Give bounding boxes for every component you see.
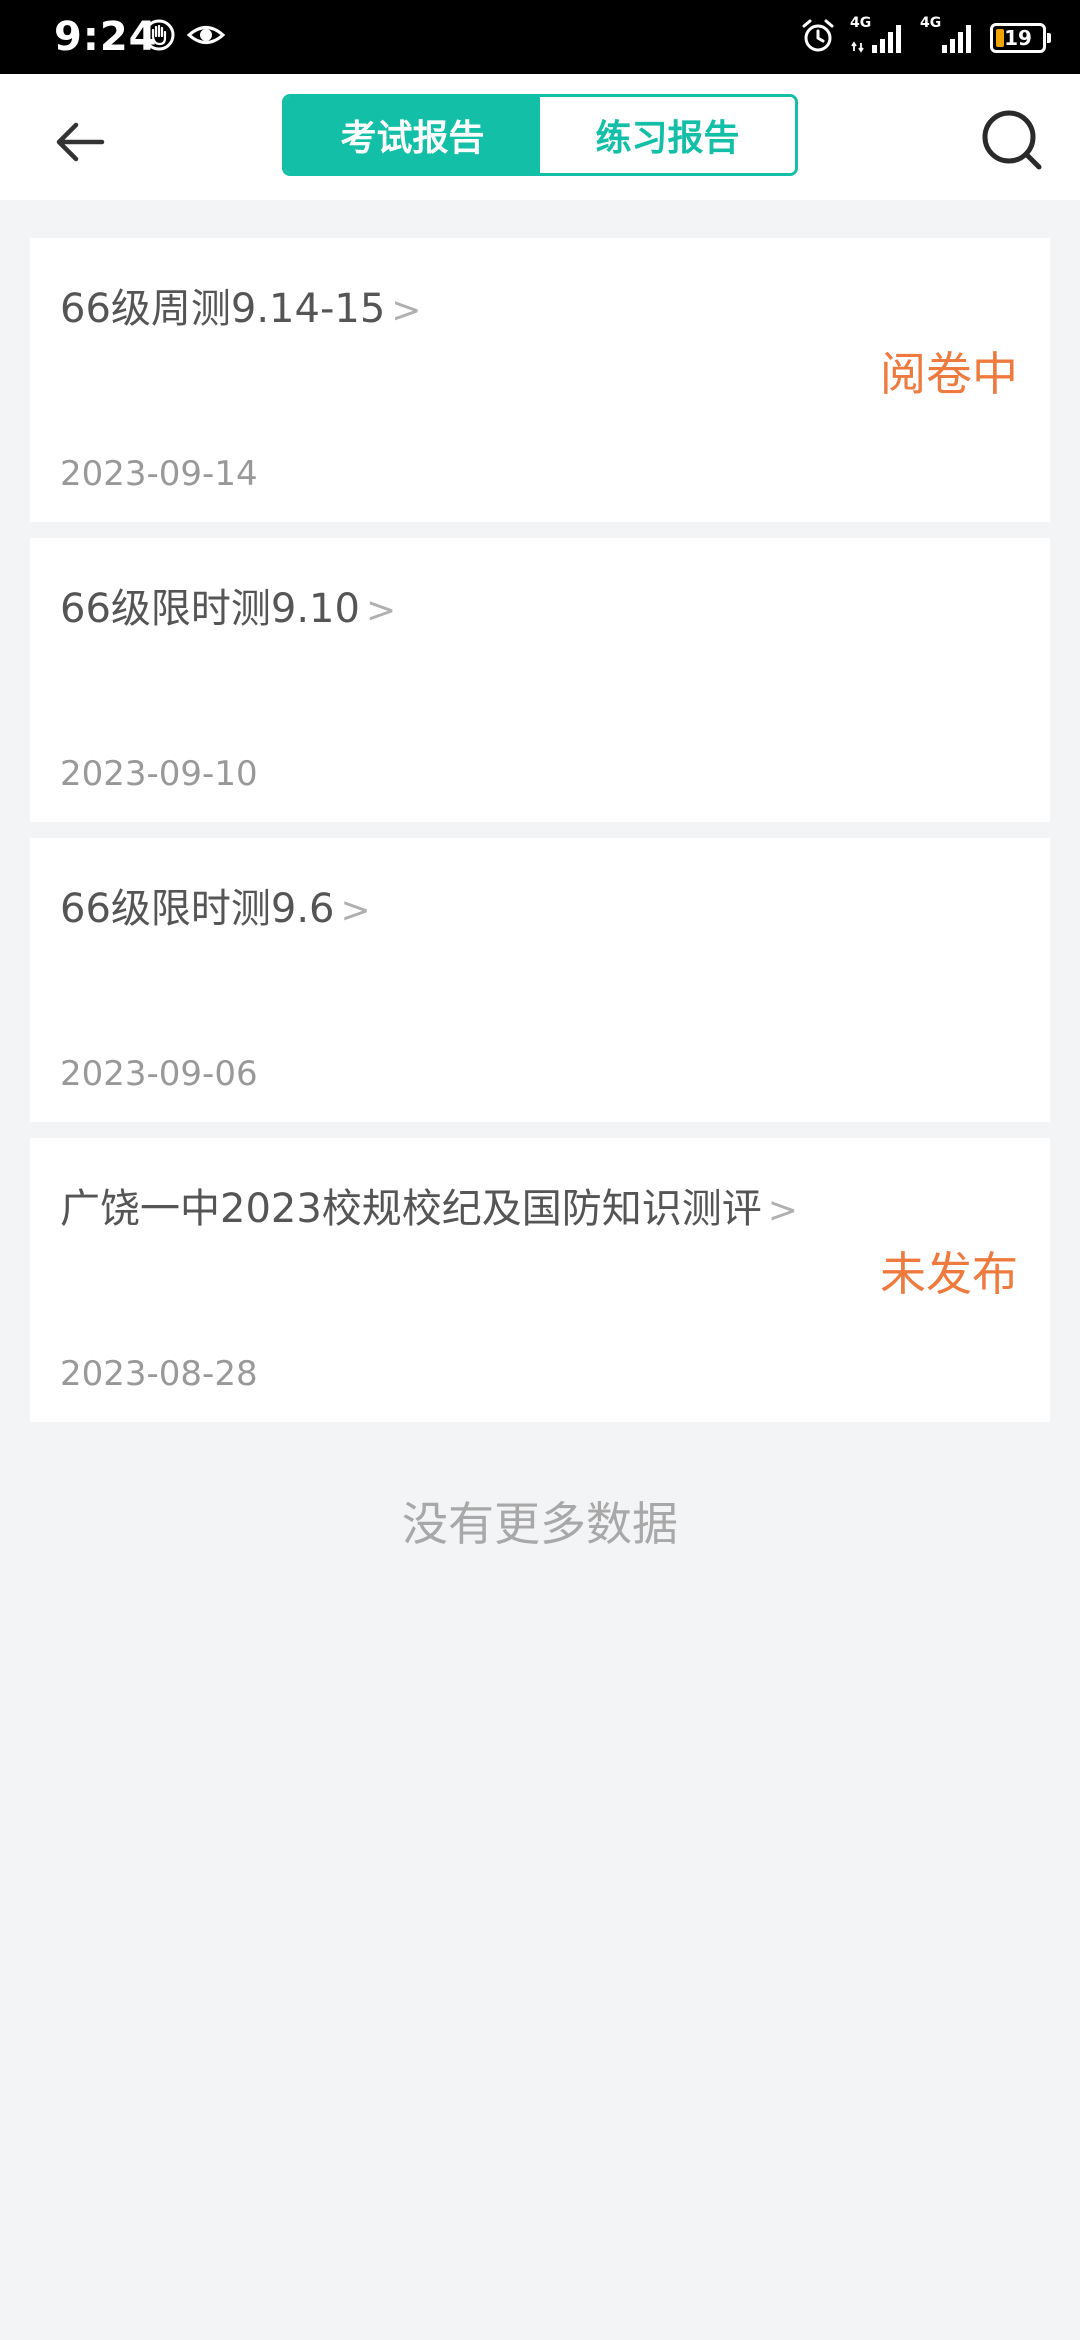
report-card[interactable]: 广饶一中2023校规校纪及国防知识测评 > 未发布 2023-08-28: [30, 1138, 1050, 1422]
chevron-right-icon: >: [365, 590, 397, 631]
report-list: 66级周测9.14-15 > 阅卷中 2023-09-14 66级限时测9.10 >…: [30, 238, 1050, 1438]
tab-exam-report[interactable]: 考试报告: [285, 97, 540, 173]
tab-practice-report[interactable]: 练习报告: [540, 97, 795, 173]
report-title-row[interactable]: 66级限时测9.10 >: [60, 576, 396, 634]
eye-icon: [186, 18, 226, 56]
report-title: 广饶一中2023校规校纪及国防知识测评: [60, 1186, 762, 1232]
chevron-right-icon: >: [340, 890, 371, 931]
report-date: 2023-09-06: [60, 1054, 258, 1094]
report-title-row[interactable]: 广饶一中2023校规校纪及国防知识测评 >: [60, 1176, 798, 1234]
report-date: 2023-09-14: [60, 454, 258, 494]
report-card[interactable]: 66级限时测9.6 > 2023-09-06: [30, 838, 1050, 1122]
back-button[interactable]: [40, 102, 120, 182]
chevron-right-icon: >: [767, 1190, 798, 1231]
report-date: 2023-09-10: [60, 754, 258, 794]
report-title-row[interactable]: 66级限时测9.6 >: [60, 876, 371, 934]
report-status: 未发布: [880, 1247, 1018, 1301]
report-type-switch: 考试报告 练习报告: [282, 94, 798, 176]
status-right-icons: 4G 4G 19: [800, 15, 1051, 58]
report-title: 66级限时测9.6: [60, 886, 335, 932]
report-title: 66级限时测9.10: [60, 586, 360, 632]
report-card[interactable]: 66级限时测9.10 > 2023-09-10: [30, 538, 1050, 822]
report-date: 2023-08-28: [60, 1354, 258, 1394]
no-more-data-text: 没有更多数据: [402, 1497, 678, 1551]
status-bar: 9:24 4G 4G 19: [0, 0, 1080, 74]
signal-icon-1: 4G: [850, 15, 906, 57]
app-header: 考试报告 练习报告: [0, 74, 1080, 200]
alarm-icon: [800, 18, 836, 58]
battery-icon: 19: [990, 23, 1051, 53]
signal-icon-2: 4G: [920, 15, 976, 57]
report-title-row[interactable]: 66级周测9.14-15 >: [60, 276, 421, 334]
back-arrow-icon: [56, 122, 105, 162]
hand-icon: [142, 18, 176, 56]
report-status: 阅卷中: [880, 347, 1018, 401]
chevron-right-icon: >: [391, 290, 422, 331]
report-card[interactable]: 66级周测9.14-15 > 阅卷中 2023-09-14: [30, 238, 1050, 522]
battery-level: [996, 29, 1004, 47]
status-left-icons: [142, 18, 226, 56]
report-title: 66级周测9.14-15: [60, 286, 386, 332]
search-button[interactable]: [970, 98, 1054, 182]
battery-percent: 19: [1004, 26, 1032, 50]
search-icon: [982, 110, 1042, 170]
